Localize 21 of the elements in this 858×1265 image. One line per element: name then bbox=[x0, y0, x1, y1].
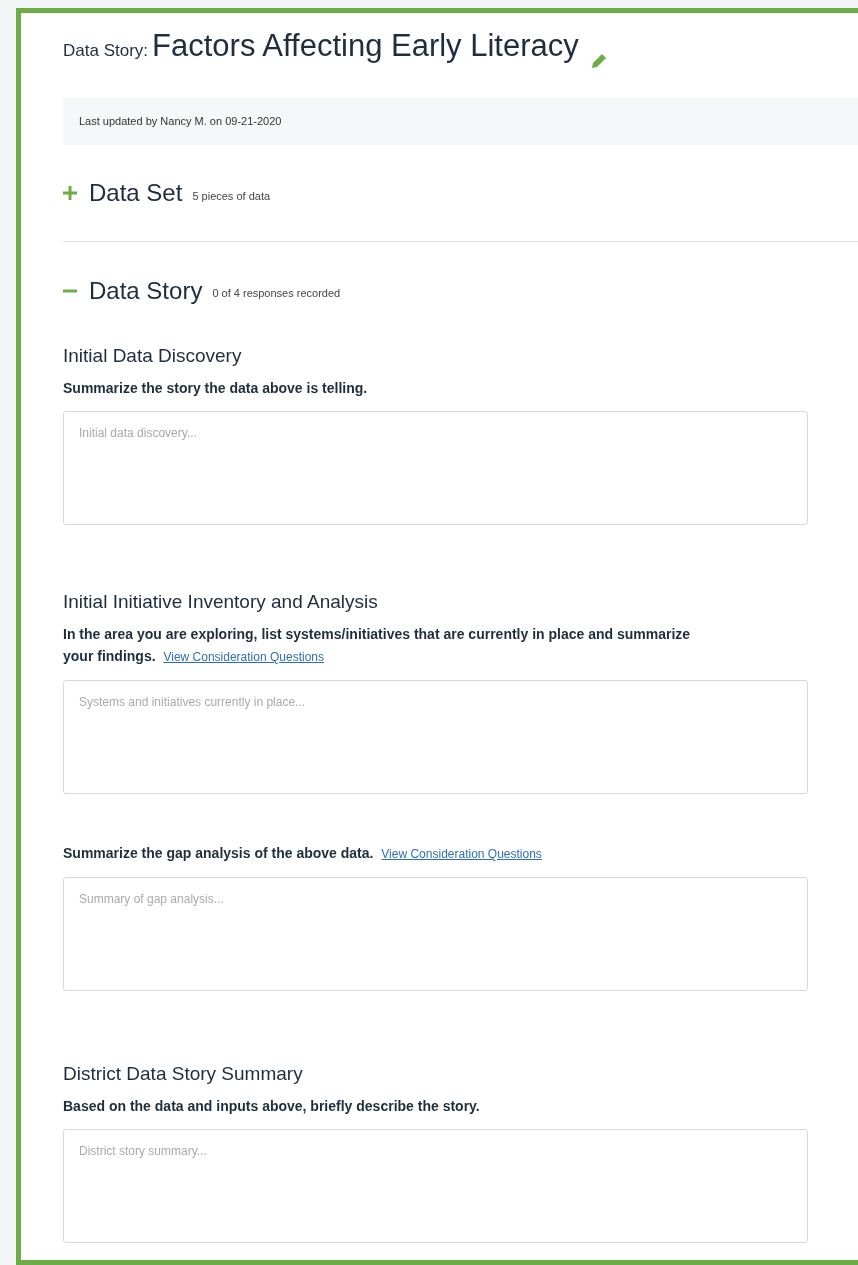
question-heading: Initial Data Discovery bbox=[63, 344, 243, 368]
response-field[interactable]: Initial data discovery... bbox=[63, 411, 808, 525]
consideration-questions-link[interactable]: View Consideration Questions bbox=[381, 847, 542, 861]
response-field[interactable]: Summary of gap analysis... bbox=[63, 877, 808, 991]
title-label: Data Story: bbox=[63, 40, 149, 62]
question-prompt: Based on the data and inputs above, briefly describe the story. bbox=[63, 1097, 480, 1116]
section-title[interactable]: Data Set bbox=[89, 175, 183, 211]
question-prompt: Summarize the story the data above is telling. bbox=[63, 379, 368, 398]
last-updated-text: Last updated by Nancy M. on 09-21-2020 bbox=[79, 114, 282, 130]
question-heading: Initial Initiative Inventory and Analysis bbox=[63, 590, 379, 614]
response-field[interactable]: Systems and initiatives currently in place... bbox=[63, 680, 808, 794]
section-title[interactable]: Data Story bbox=[89, 272, 203, 309]
section-count: 5 pieces of data bbox=[192, 188, 271, 204]
question-heading: District Data Story Summary bbox=[63, 1062, 304, 1086]
page-title: Factors Affecting Early Literacy bbox=[152, 27, 579, 65]
plus-icon[interactable] bbox=[63, 186, 77, 200]
section-count: 0 of 4 responses recorded bbox=[212, 286, 341, 302]
question-prompt: Summarize the gap analysis of the above data. View Consideration Questions bbox=[63, 844, 542, 863]
question-prompt: In the area you are exploring, list systems/initiatives that are currently in place and summarize your findings. View Consideration Questions bbox=[63, 625, 692, 666]
consideration-questions-link[interactable]: View Consideration Questions bbox=[163, 650, 324, 664]
response-field[interactable]: District story summary... bbox=[63, 1129, 808, 1243]
